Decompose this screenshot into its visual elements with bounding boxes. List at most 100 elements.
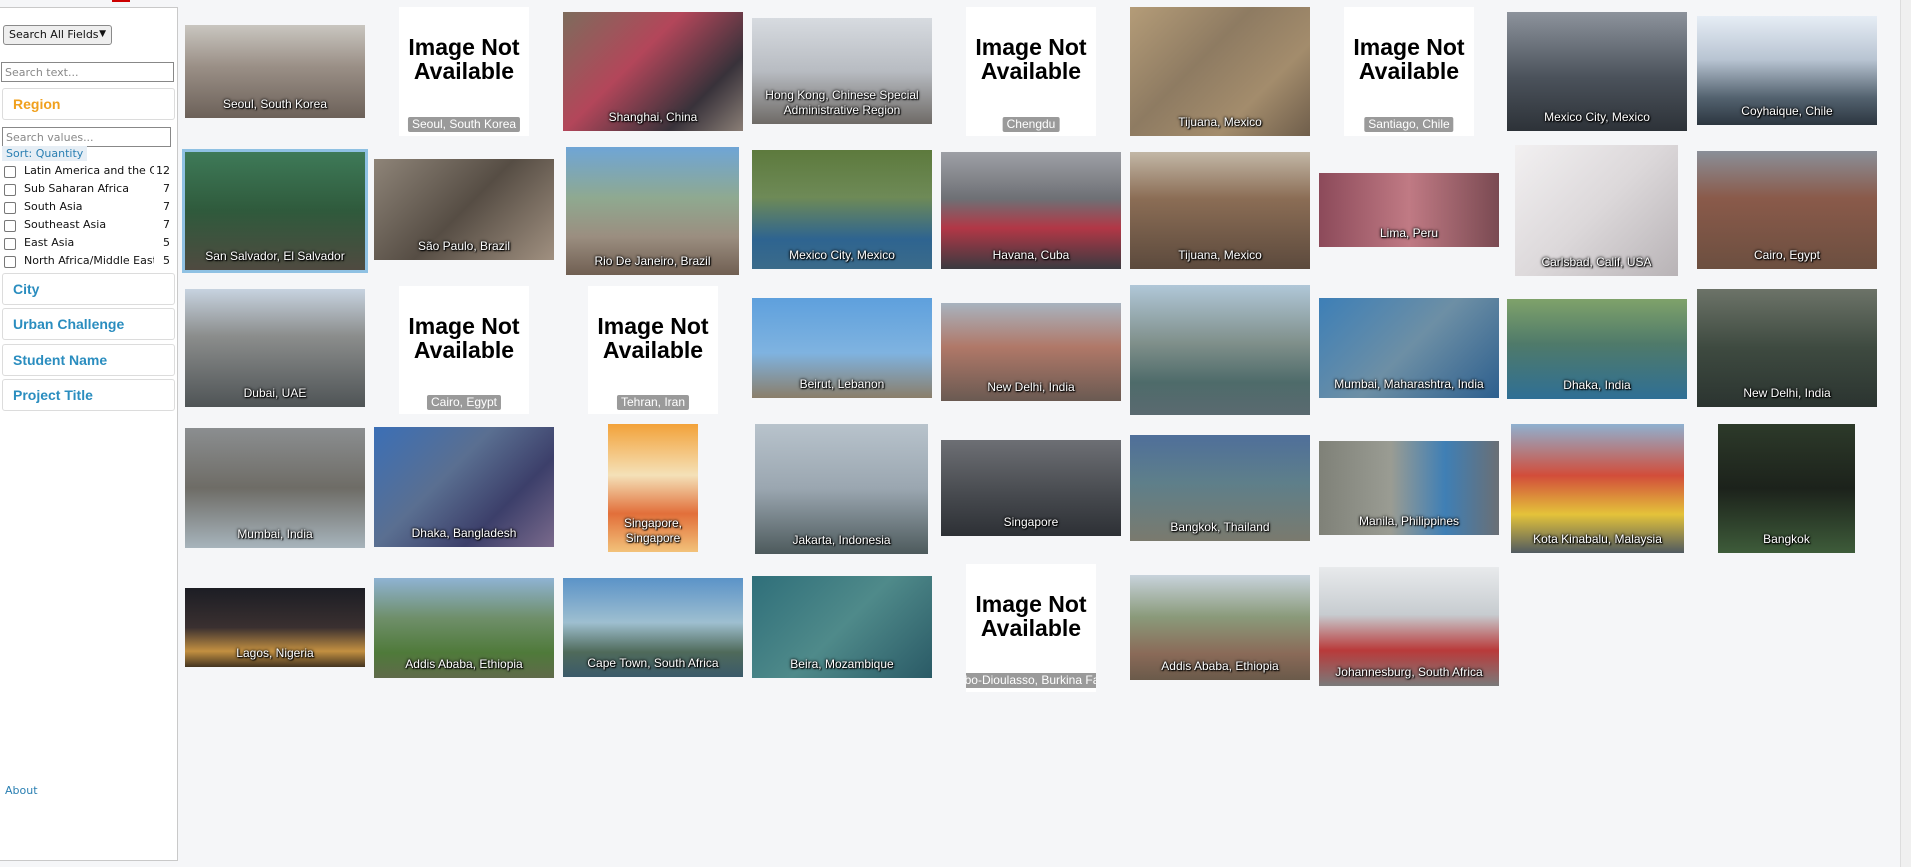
- image-not-available-text: Image Not Available: [975, 591, 1087, 641]
- image-tile[interactable]: Cape Town, South Africa: [563, 578, 743, 677]
- search-values-input[interactable]: Search values...: [2, 127, 171, 147]
- image-tile[interactable]: Carlsbad, Calif, USA: [1515, 145, 1678, 276]
- image-caption: Dhaka, India: [1563, 378, 1631, 392]
- image-tile[interactable]: Tijuana, Mexico: [1130, 7, 1310, 136]
- image-tile[interactable]: [1130, 285, 1310, 415]
- facet-city-header[interactable]: City: [2, 273, 175, 305]
- image-tile[interactable]: Jakarta, Indonesia: [755, 424, 928, 554]
- image-tile[interactable]: Image Not Available Chengdu: [966, 7, 1096, 136]
- checkbox[interactable]: [4, 256, 16, 268]
- checkbox[interactable]: [4, 238, 16, 250]
- search-text-input[interactable]: Search text...: [1, 62, 174, 82]
- facet-project-title-header[interactable]: Project Title: [2, 379, 175, 411]
- search-field-select[interactable]: Search All Fields ▼: [3, 25, 112, 45]
- checkbox[interactable]: [4, 166, 16, 178]
- image-tile[interactable]: Mexico City, Mexico: [752, 150, 932, 269]
- image-caption: Rio De Janeiro, Brazil: [594, 254, 711, 268]
- image-caption: Coyhaique, Chile: [1741, 104, 1833, 118]
- image-tile[interactable]: Singapore: [941, 440, 1121, 536]
- image-caption: Bangkok, Thailand: [1170, 520, 1270, 534]
- image-caption: Carlsbad, Calif, USA: [1541, 255, 1652, 269]
- image-tile[interactable]: Cairo, Egypt: [1697, 151, 1877, 269]
- checkbox[interactable]: [4, 220, 16, 232]
- image-tile[interactable]: Dubai, UAE: [185, 289, 365, 407]
- image-caption: Dhaka, Bangladesh: [411, 526, 517, 540]
- image-tile[interactable]: Manila, Philippines: [1319, 441, 1499, 535]
- image-tile[interactable]: Kota Kinabalu, Malaysia: [1511, 424, 1684, 553]
- facet-region-header[interactable]: Region: [2, 88, 175, 120]
- facet-sidebar: Search All Fields ▼ Search text... Regio…: [0, 7, 178, 861]
- image-caption: Bangkok: [1763, 532, 1810, 546]
- image-caption: Singapore, Singapore: [623, 516, 683, 545]
- about-link[interactable]: About: [5, 784, 38, 797]
- image-tile[interactable]: New Delhi, India: [941, 303, 1121, 401]
- region-count: 7: [163, 182, 170, 195]
- image-caption: Tehran, Iran: [616, 395, 690, 410]
- checkbox[interactable]: [4, 184, 16, 196]
- region-option-southeast-asia[interactable]: Southeast Asia 7: [2, 217, 174, 233]
- facet-urban-challenge-header[interactable]: Urban Challenge: [2, 308, 175, 340]
- image-tile[interactable]: Mumbai, Maharashtra, India: [1319, 298, 1499, 398]
- image-tile[interactable]: Addis Ababa, Ethiopia: [1130, 575, 1310, 680]
- image-tile[interactable]: Dhaka, India: [1507, 299, 1687, 399]
- region-option-south-asia[interactable]: South Asia 7: [2, 199, 174, 215]
- image-caption: Santiago, Chile: [1364, 117, 1454, 132]
- image-caption: Lagos, Nigeria: [236, 646, 314, 660]
- image-tile[interactable]: Image Not Available Cairo, Egypt: [399, 286, 529, 414]
- image-tile[interactable]: Mexico City, Mexico: [1507, 12, 1687, 131]
- region-option-north-africa-middle-east[interactable]: North Africa/Middle East 5: [2, 253, 174, 269]
- image-tile[interactable]: Tijuana, Mexico: [1130, 152, 1310, 269]
- region-count: 7: [163, 200, 170, 213]
- image-caption: Johannesburg, South Africa: [1335, 665, 1483, 679]
- image-not-available-text: Image Not Available: [408, 34, 520, 84]
- image-caption: San Salvador, El Salvador: [205, 249, 345, 263]
- region-option-east-asia[interactable]: East Asia 5: [2, 235, 174, 251]
- image-tile[interactable]: Singapore, Singapore: [608, 424, 698, 552]
- image-caption: Seoul, South Korea: [407, 117, 521, 132]
- image-caption: Mexico City, Mexico: [789, 248, 895, 262]
- checkbox[interactable]: [4, 202, 16, 214]
- image-tile[interactable]: Havana, Cuba: [941, 152, 1121, 269]
- image-tile[interactable]: Rio De Janeiro, Brazil: [566, 147, 739, 275]
- region-option-sub-saharan-africa[interactable]: Sub Saharan Africa 7: [2, 181, 174, 197]
- image-tile[interactable]: Lagos, Nigeria: [185, 588, 365, 667]
- image-tile[interactable]: Hong Kong, Chinese Special Administrativ…: [752, 18, 932, 124]
- image-tile[interactable]: Image Not Available Santiago, Chile: [1344, 7, 1474, 136]
- image-tile[interactable]: Shanghai, China: [563, 12, 743, 131]
- image-tile[interactable]: Seoul, South Korea: [185, 25, 365, 118]
- image-tile[interactable]: Image Not Available Seoul, South Korea: [399, 7, 529, 136]
- image-tile[interactable]: Mumbai, India: [185, 428, 365, 548]
- image-tile[interactable]: Dhaka, Bangladesh: [374, 427, 554, 547]
- image-caption: Bobo-Dioulasso, Burkina Faso: [966, 673, 1096, 688]
- region-label: Southeast Asia: [24, 218, 107, 231]
- sort-quantity-toggle[interactable]: Sort: Quantity: [2, 146, 88, 161]
- facet-student-name-header[interactable]: Student Name: [2, 344, 175, 376]
- image-tile[interactable]: Beirut, Lebanon: [752, 298, 932, 398]
- image-tile[interactable]: Bangkok, Thailand: [1130, 435, 1310, 541]
- image-caption: Tijuana, Mexico: [1178, 248, 1262, 262]
- image-tile[interactable]: Addis Ababa, Ethiopia: [374, 578, 554, 678]
- image-tile[interactable]: Image Not Available Bobo-Dioulasso, Burki…: [966, 564, 1096, 692]
- image-caption: Addis Ababa, Ethiopia: [1161, 659, 1279, 673]
- image-tile[interactable]: São Paulo, Brazil: [374, 159, 554, 260]
- image-tile[interactable]: Image Not Available Tehran, Iran: [588, 286, 718, 414]
- region-count: 5: [163, 254, 170, 267]
- image-caption: Chengdu: [1002, 117, 1060, 132]
- region-label: Latin America and the Caribbean: [24, 164, 154, 177]
- region-option-latin-america[interactable]: Latin America and the Caribbean 12: [2, 163, 174, 179]
- image-caption: Hong Kong, Chinese Special Administrativ…: [765, 88, 919, 117]
- image-tile[interactable]: New Delhi, India: [1697, 289, 1877, 407]
- image-tile[interactable]: Johannesburg, South Africa: [1319, 567, 1499, 686]
- image-caption: Addis Ababa, Ethiopia: [405, 657, 523, 671]
- image-tile[interactable]: Beira, Mozambique: [752, 576, 932, 678]
- image-tile[interactable]: Lima, Peru: [1319, 173, 1499, 247]
- image-tile[interactable]: San Salvador, El Salvador: [185, 152, 365, 270]
- image-caption: Mumbai, India: [237, 527, 313, 541]
- search-field-select-value: Search All Fields: [9, 28, 99, 41]
- image-caption: Seoul, South Korea: [222, 97, 328, 111]
- scrollbar[interactable]: [1900, 0, 1911, 867]
- image-tile[interactable]: Coyhaique, Chile: [1697, 16, 1877, 125]
- image-not-available-text: Image Not Available: [975, 34, 1087, 84]
- image-caption: Manila, Philippines: [1358, 514, 1460, 528]
- image-tile[interactable]: Bangkok: [1718, 424, 1855, 553]
